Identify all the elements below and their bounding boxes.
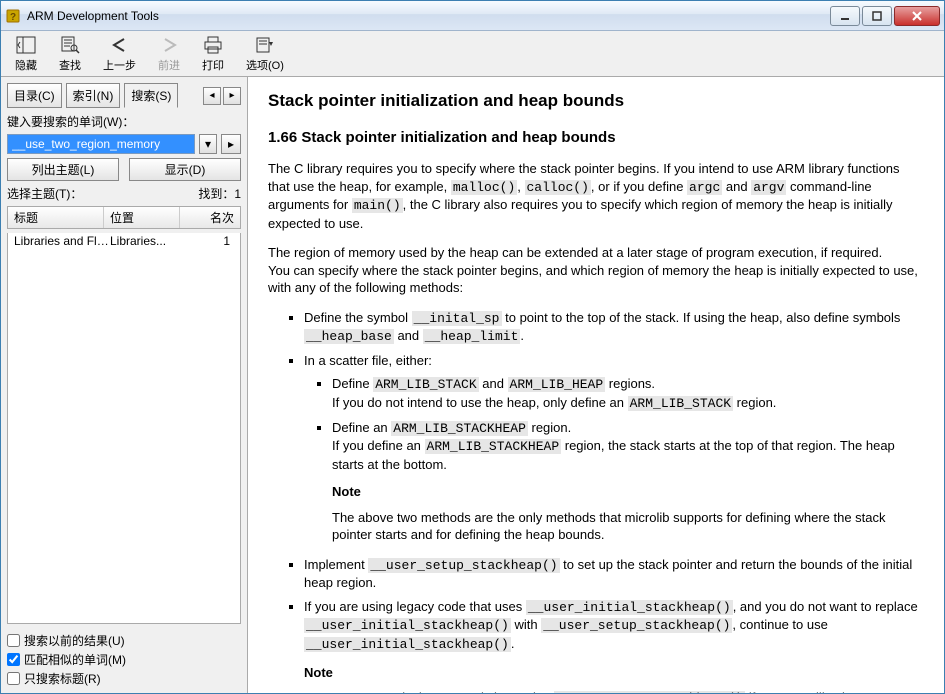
found-count: 找到：1 [198, 185, 241, 202]
results-header: 标题 位置 名次 [7, 206, 241, 229]
note-body: ARM recommends that you switch to using … [304, 689, 924, 693]
hide-icon [16, 35, 36, 55]
paragraph: The region of memory used by the heap ca… [268, 244, 924, 297]
forward-label: 前进 [158, 57, 180, 73]
toolbar: 隐藏 查找 上一步 前进 打印 选项(O) [1, 31, 944, 77]
print-icon [203, 35, 223, 55]
list-item: Implement __user_setup_stackheap() to se… [304, 556, 924, 592]
find-label: 查找 [59, 57, 81, 73]
close-button[interactable] [894, 6, 940, 26]
list-item: If you are using legacy code that uses _… [304, 598, 924, 693]
code: calloc() [525, 180, 591, 195]
back-icon [110, 35, 130, 55]
code: __user_setup_stackheap() [554, 691, 745, 693]
sidebar: 目录(C) 索引(N) 搜索(S) ◂ ▸ 键入要搜索的单词(W)： ▾ ▸ 列… [1, 77, 248, 693]
results-list[interactable]: Libraries and Flo... Libraries... 1 [7, 233, 241, 624]
minimize-button[interactable] [830, 6, 860, 26]
list-item: Define an ARM_LIB_STACKHEAP region.If yo… [332, 419, 924, 544]
code: __heap_base [304, 329, 394, 344]
check-similar-words[interactable]: 匹配相似的单词(M) [7, 651, 241, 668]
similar-words-checkbox[interactable] [7, 653, 20, 666]
svg-text:?: ? [10, 12, 16, 23]
hide-button[interactable]: 隐藏 [7, 33, 45, 75]
options-label: 选项(O) [246, 57, 284, 73]
list-item: Define the symbol __inital_sp to point t… [304, 309, 924, 346]
method-list: Define the symbol __inital_sp to point t… [268, 309, 924, 693]
list-topics-button[interactable]: 列出主题(L) [7, 158, 119, 181]
code: ARM_LIB_STACKHEAP [425, 439, 562, 454]
paragraph: The C library requires you to specify wh… [268, 160, 924, 232]
maximize-button[interactable] [862, 6, 892, 26]
code: ARM_LIB_STACK [628, 396, 733, 411]
note-heading: Note [304, 664, 924, 682]
code: __user_setup_stackheap() [368, 558, 559, 573]
code: ARM_LIB_HEAP [508, 377, 606, 392]
help-icon: ? [5, 8, 21, 24]
forward-button: 前进 [150, 33, 188, 75]
col-location[interactable]: 位置 [104, 207, 180, 228]
tab-search[interactable]: 搜索(S) [124, 83, 178, 108]
col-title[interactable]: 标题 [8, 207, 104, 228]
list-item: In a scatter file, either: Define ARM_LI… [304, 352, 924, 544]
titles-only-checkbox[interactable] [7, 672, 20, 685]
print-button[interactable]: 打印 [194, 33, 232, 75]
note-body: The above two methods are the only metho… [332, 509, 924, 544]
code: __user_initial_stackheap() [526, 600, 733, 615]
section-heading: 1.66 Stack pointer initialization and he… [268, 129, 924, 146]
search-dropdown[interactable]: ▾ [199, 134, 217, 154]
print-label: 打印 [202, 57, 224, 73]
note-heading: Note [332, 483, 924, 501]
code: __heap_limit [423, 329, 521, 344]
result-rank: 1 [186, 234, 234, 248]
code: ARM_LIB_STACKHEAP [391, 421, 528, 436]
find-button[interactable]: 查找 [51, 33, 89, 75]
check-prev-results[interactable]: 搜索以前的结果(U) [7, 632, 241, 649]
options-icon [255, 35, 275, 55]
code: __user_initial_stackheap() [304, 618, 511, 633]
code: argc [687, 180, 722, 195]
help-window: ? ARM Development Tools 隐藏 查找 上一步 前进 打印 [0, 0, 945, 694]
code: __user_setup_stackheap() [541, 618, 732, 633]
code: __inital_sp [412, 311, 502, 326]
select-topic-label: 选择主题(T)： [7, 185, 82, 202]
code: malloc() [451, 180, 517, 195]
tab-scroll-right[interactable]: ▸ [223, 87, 241, 105]
tab-scroll-left[interactable]: ◂ [203, 87, 221, 105]
prev-results-checkbox[interactable] [7, 634, 20, 647]
search-input[interactable] [7, 134, 195, 154]
titlebar[interactable]: ? ARM Development Tools [1, 1, 944, 31]
result-location: Libraries... [110, 234, 186, 248]
code: __user_initial_stackheap() [304, 637, 511, 652]
forward-icon [159, 35, 179, 55]
back-button[interactable]: 上一步 [95, 33, 144, 75]
content-pane[interactable]: Stack pointer initialization and heap bo… [248, 77, 944, 693]
result-row[interactable]: Libraries and Flo... Libraries... 1 [8, 233, 240, 249]
tab-contents[interactable]: 目录(C) [7, 83, 62, 108]
result-title: Libraries and Flo... [14, 234, 110, 248]
display-button[interactable]: 显示(D) [129, 158, 241, 181]
list-item: Define ARM_LIB_STACK and ARM_LIB_HEAP re… [332, 375, 924, 412]
check-titles-only[interactable]: 只搜索标题(R) [7, 670, 241, 687]
find-icon [60, 35, 80, 55]
hide-label: 隐藏 [15, 57, 37, 73]
col-rank[interactable]: 名次 [180, 207, 240, 228]
code: main() [352, 198, 403, 213]
code: ARM_LIB_STACK [373, 377, 478, 392]
back-label: 上一步 [103, 57, 136, 73]
search-label: 键入要搜索的单词(W)： [7, 113, 241, 130]
window-title: ARM Development Tools [27, 9, 830, 23]
options-button[interactable]: 选项(O) [238, 33, 292, 75]
page-title: Stack pointer initialization and heap bo… [268, 91, 924, 111]
tab-index[interactable]: 索引(N) [66, 83, 121, 108]
code: argv [751, 180, 786, 195]
search-go-button[interactable]: ▸ [221, 134, 241, 154]
